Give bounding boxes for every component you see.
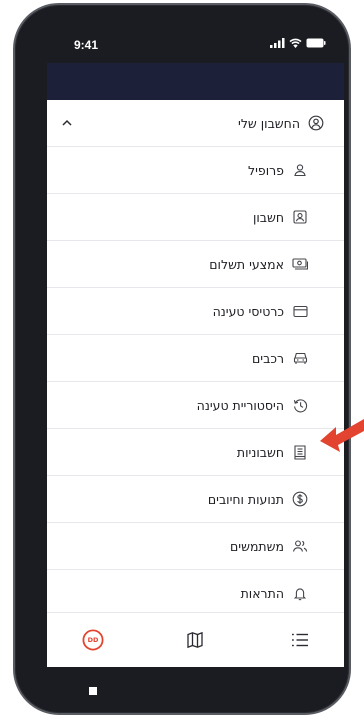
- user-icon: [292, 162, 308, 178]
- status-icons: [270, 37, 326, 49]
- map-button[interactable]: [182, 627, 208, 653]
- home-indicator-area: [47, 667, 344, 705]
- menu-item-label: התראות: [240, 586, 284, 601]
- menu-item-charging-history[interactable]: היסטוריית טעינה: [47, 382, 344, 429]
- menu-item-account[interactable]: חשבון: [47, 194, 344, 241]
- menu-item-label: רכבים: [252, 350, 284, 366]
- menu-item-charging-cards[interactable]: כרטיסי טעינה: [47, 288, 344, 335]
- menu-list-button[interactable]: [287, 627, 313, 653]
- menu-section-title: החשבון שלי: [238, 115, 300, 131]
- wifi-icon: [289, 38, 302, 48]
- menu-item-label: פרופיל: [248, 162, 284, 178]
- app-header: [47, 63, 344, 100]
- chevron-up-icon[interactable]: [60, 116, 74, 130]
- home-indicator: [89, 687, 97, 695]
- status-time: 9:41: [74, 38, 99, 52]
- cash-icon: [292, 256, 308, 272]
- home-logo-button[interactable]: DD: [80, 627, 106, 653]
- menu-item-label: כרטיסי טעינה: [212, 303, 284, 319]
- menu-item-payment-methods[interactable]: אמצעי תשלום: [47, 241, 344, 288]
- menu-item-notifications[interactable]: התראות: [47, 570, 344, 617]
- status-bar: 9:41: [47, 23, 344, 63]
- menu-item-invoices[interactable]: חשבוניות: [47, 429, 344, 476]
- phone-frame: 9:41 החשבון שלי פרופיל חשבון אמצעי תשלום…: [13, 3, 351, 715]
- signal-icon: [270, 38, 285, 48]
- map-icon: [187, 631, 203, 649]
- history-icon: [292, 397, 308, 413]
- menu-item-profile[interactable]: פרופיל: [47, 147, 344, 194]
- menu-item-label: אמצעי תשלום: [209, 256, 284, 272]
- list-icon: [292, 633, 308, 647]
- menu-item-users[interactable]: משתמשים: [47, 523, 344, 570]
- menu-item-label: משתמשים: [230, 538, 284, 554]
- pointer-arrow-icon: [320, 419, 364, 452]
- brand-logo-text: DD: [87, 636, 99, 644]
- phone-screen: 9:41 החשבון שלי פרופיל חשבון אמצעי תשלום…: [47, 23, 344, 705]
- invoice-icon: [292, 444, 308, 460]
- menu-section-my-account[interactable]: החשבון שלי: [47, 100, 344, 147]
- user-circle-icon: [308, 115, 324, 131]
- battery-icon: [306, 38, 326, 48]
- dollar-icon: [292, 491, 308, 507]
- credit-card-icon: [292, 303, 308, 319]
- menu-item-label: חשבון: [252, 209, 284, 225]
- account-menu: החשבון שלי פרופיל חשבון אמצעי תשלום כרטי…: [47, 100, 344, 612]
- menu-item-transactions[interactable]: תנועות וחיובים: [47, 476, 344, 523]
- id-card-icon: [292, 209, 308, 225]
- bell-icon: [292, 586, 308, 602]
- car-icon: [292, 350, 308, 366]
- menu-item-label: חשבוניות: [236, 444, 284, 460]
- menu-item-vehicles[interactable]: רכבים: [47, 335, 344, 382]
- menu-item-label: היסטוריית טעינה: [196, 397, 284, 413]
- bottom-navigation: DD: [47, 612, 344, 667]
- menu-item-label: תנועות וחיובים: [207, 491, 284, 507]
- users-icon: [292, 538, 308, 554]
